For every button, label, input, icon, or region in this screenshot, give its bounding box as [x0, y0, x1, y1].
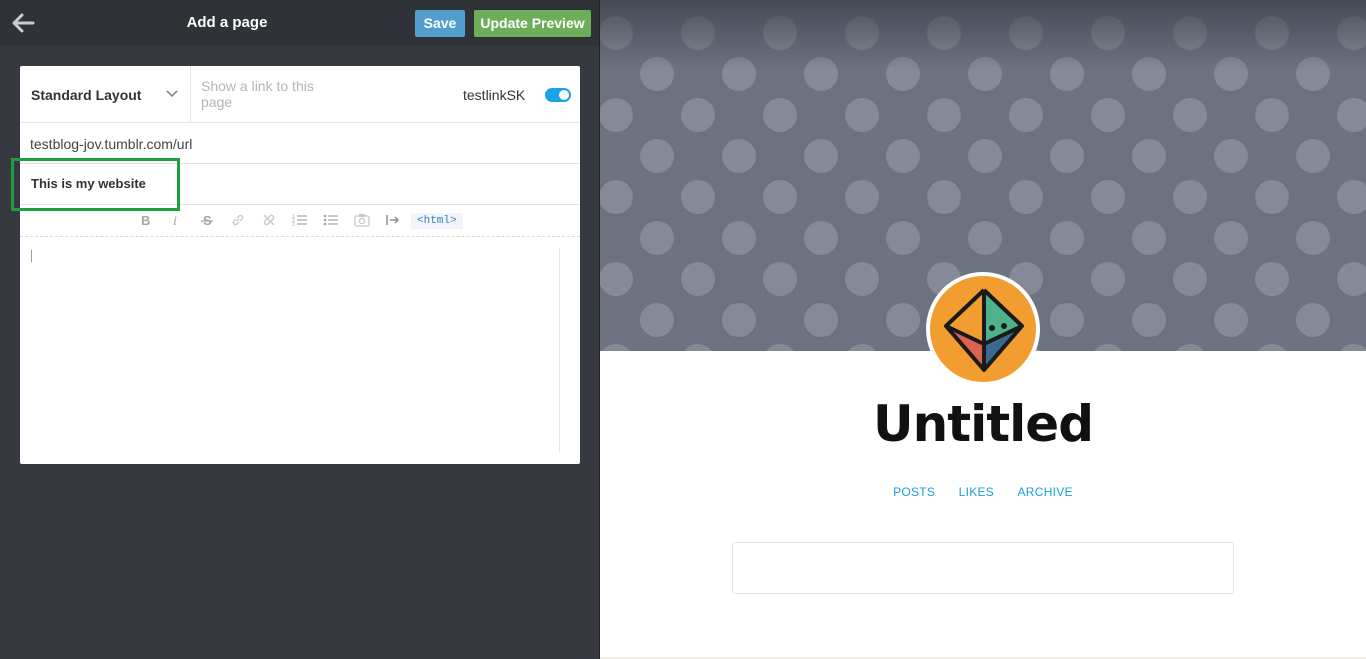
save-button[interactable]: Save	[415, 10, 465, 37]
svg-text:B: B	[141, 213, 150, 227]
avatar-icon	[944, 288, 1024, 372]
layout-dropdown[interactable]: Standard Layout	[20, 66, 191, 122]
url-row[interactable]: testblog-jov.tumblr.com/url	[20, 123, 580, 164]
page-body-editor	[20, 238, 580, 464]
read-more-button[interactable]	[384, 213, 402, 229]
page-form-card: Standard Layout Show a link to this page…	[20, 66, 580, 464]
bold-icon: B	[141, 213, 150, 227]
strikethrough-icon: S	[201, 213, 213, 227]
back-button[interactable]	[10, 11, 36, 35]
editor-toolbar: B i S 123 <html>	[20, 205, 580, 237]
blog-nav: POSTS LIKES ARCHIVE	[600, 485, 1366, 499]
strikethrough-button[interactable]: S	[198, 213, 216, 229]
read-more-icon	[386, 215, 400, 225]
bullet-list-button[interactable]	[322, 213, 340, 229]
svg-text:3: 3	[292, 222, 295, 227]
arrow-left-icon	[12, 13, 35, 33]
bold-button[interactable]: B	[136, 213, 154, 229]
page-url-field[interactable]: testblog-jov.tumblr.com/url	[30, 136, 192, 152]
ordered-list-button[interactable]: 123	[291, 213, 309, 229]
link-icon	[232, 214, 244, 226]
editor-topbar: Add a page Save Update Preview	[0, 0, 599, 46]
layout-row: Standard Layout Show a link to this page…	[20, 66, 580, 123]
toggle-label: testlinkSK	[463, 87, 526, 103]
blog-preview-pane: Untitled POSTS LIKES ARCHIVE	[600, 0, 1366, 659]
show-link-label: Show a link to this page	[201, 78, 314, 110]
italic-icon: i	[173, 214, 177, 227]
insert-image-button[interactable]	[353, 213, 371, 229]
post-container	[732, 542, 1234, 594]
svg-text:S: S	[203, 213, 212, 227]
ordered-list-icon: 123	[292, 214, 307, 227]
toggle-knob	[559, 90, 569, 100]
avatar-image	[930, 276, 1036, 382]
blog-title: Untitled	[873, 395, 1094, 453]
show-link-toggle[interactable]	[545, 88, 571, 102]
unlink-icon	[263, 214, 275, 226]
italic-button[interactable]: i	[167, 213, 185, 229]
chevron-down-icon	[166, 90, 178, 98]
update-preview-button[interactable]: Update Preview	[474, 10, 591, 37]
text-caret	[31, 250, 32, 262]
svg-text:i: i	[173, 214, 177, 227]
nav-archive-link[interactable]: ARCHIVE	[1017, 485, 1072, 499]
layout-dropdown-label: Standard Layout	[31, 87, 142, 103]
page-title-input[interactable]	[31, 176, 331, 191]
bullet-list-icon	[323, 214, 338, 226]
link-button[interactable]	[229, 213, 247, 229]
html-mode-button[interactable]: <html>	[411, 213, 463, 229]
nav-likes-link[interactable]: LIKES	[959, 485, 995, 499]
page-title: Add a page	[186, 14, 268, 31]
page-body-input[interactable]	[30, 248, 560, 452]
blog-avatar[interactable]	[926, 272, 1040, 386]
nav-posts-link[interactable]: POSTS	[893, 485, 935, 499]
page-editor-pane: Add a page Save Update Preview Standard …	[0, 0, 599, 659]
unlink-button[interactable]	[260, 213, 278, 229]
title-row	[20, 164, 580, 205]
camera-icon	[354, 214, 370, 227]
